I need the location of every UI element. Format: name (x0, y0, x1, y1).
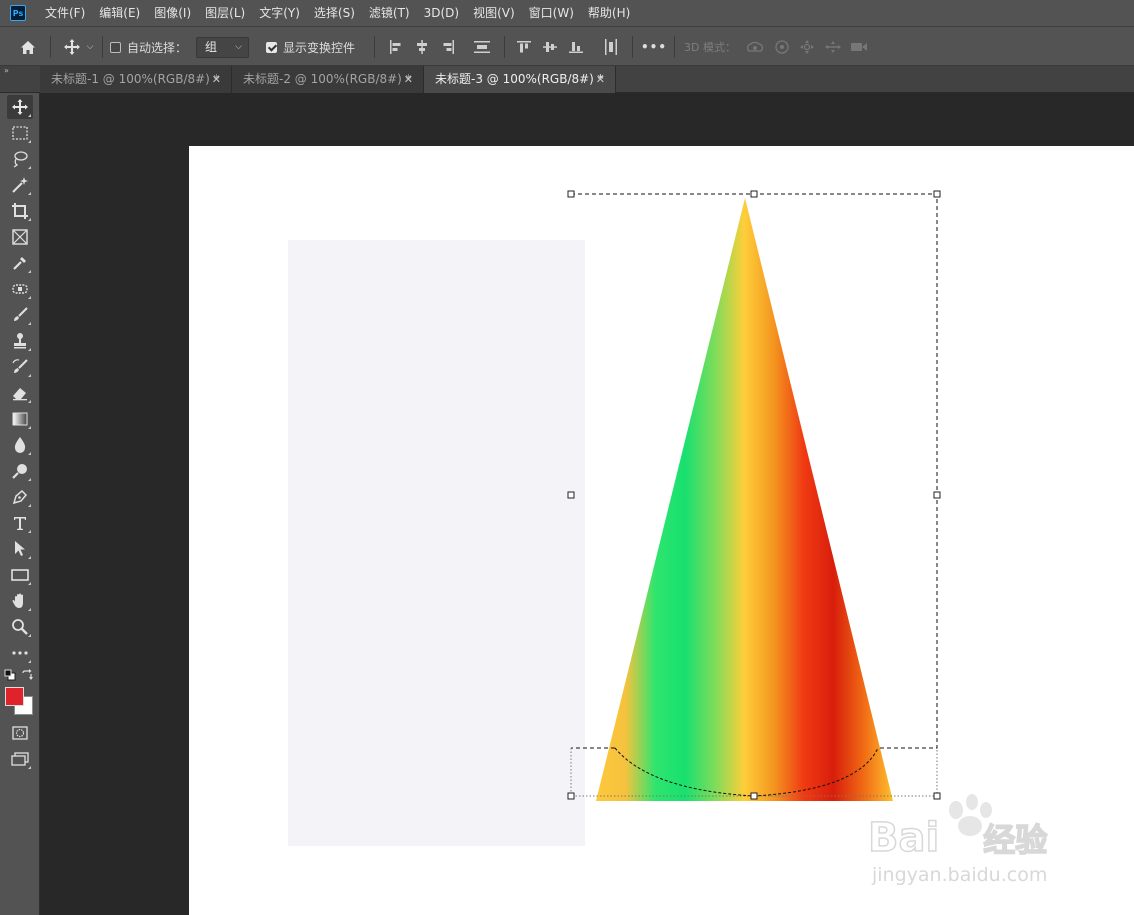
menu-type[interactable]: 文字(Y) (252, 0, 307, 26)
menu-image[interactable]: 图像(I) (147, 0, 198, 26)
swap-colors-icon[interactable] (21, 669, 33, 681)
tab-label: 未标题-1 @ 100%(RGB/8#) * (51, 72, 220, 86)
healing-brush-icon[interactable] (7, 277, 33, 301)
separator (102, 36, 103, 58)
distribute-vertical-icon[interactable] (470, 27, 494, 67)
watermark-brand-suffix: 经验 (982, 820, 1048, 860)
align-right-icon[interactable] (438, 27, 458, 67)
frame-icon[interactable] (7, 225, 33, 249)
align-top-icon[interactable] (514, 27, 534, 67)
history-brush-icon[interactable] (7, 355, 33, 379)
more-options-button[interactable]: ••• (641, 27, 666, 67)
tab-untitled-3[interactable]: 未标题-3 @ 100%(RGB/8#) * ✕ (424, 66, 616, 93)
gray-rectangle-layer (288, 240, 585, 846)
more-tools-icon[interactable] (7, 641, 33, 665)
close-icon[interactable]: ✕ (404, 66, 413, 93)
menu-file[interactable]: 文件(F) (38, 0, 92, 26)
menu-select[interactable]: 选择(S) (307, 0, 362, 26)
close-icon[interactable]: ✕ (596, 66, 605, 93)
3d-scale-camera-icon[interactable] (848, 27, 870, 67)
blur-icon[interactable] (7, 433, 33, 457)
separator (632, 36, 633, 58)
magic-wand-icon[interactable] (7, 173, 33, 197)
move-tool-preset-picker[interactable]: ⌵ (58, 27, 98, 67)
auto-select-label: 自动选择： (127, 40, 188, 55)
chevron-down-icon: ⌵ (86, 42, 94, 52)
rectangular-marquee-icon[interactable] (7, 121, 33, 145)
auto-select-dropdown[interactable]: 组 ⌵ (196, 37, 249, 58)
eyedropper-icon[interactable] (7, 251, 33, 275)
show-transform-label: 显示变换控件 (283, 40, 356, 55)
quick-mask-icon[interactable] (7, 721, 33, 745)
align-horizontal-center-icon[interactable] (412, 27, 432, 67)
collapse-panel-icon[interactable]: » (4, 66, 9, 75)
menu-bar: Ps 文件(F) 编辑(E) 图像(I) 图层(L) 文字(Y) 选择(S) 滤… (0, 0, 1134, 26)
align-bottom-icon[interactable] (566, 27, 586, 67)
tab-label: 未标题-3 @ 100%(RGB/8#) * (435, 72, 604, 86)
align-left-icon[interactable] (386, 27, 406, 67)
distribute-horizontal-icon[interactable] (600, 27, 622, 67)
brush-icon[interactable] (7, 303, 33, 327)
gradient-icon[interactable] (7, 407, 33, 431)
eraser-icon[interactable] (7, 381, 33, 405)
move-icon (63, 39, 80, 55)
auto-select-value: 组 (205, 40, 218, 54)
watermark-url: jingyan.baidu.com (872, 864, 1048, 886)
foreground-color-swatch[interactable] (5, 687, 24, 706)
type-icon[interactable] (7, 511, 33, 535)
dodge-icon[interactable] (7, 459, 33, 483)
pen-icon[interactable] (7, 485, 33, 509)
lasso-icon[interactable] (7, 147, 33, 171)
menu-edit[interactable]: 编辑(E) (92, 0, 147, 26)
document-tabs-bar: » 未标题-1 @ 100%(RGB/8#) * ✕ 未标题-2 @ 100%(… (0, 66, 1134, 93)
separator (374, 36, 375, 58)
move-tool-icon[interactable] (7, 95, 33, 119)
auto-select-checkbox[interactable] (110, 41, 121, 53)
close-icon[interactable]: ✕ (212, 66, 221, 93)
3d-pan-icon[interactable] (797, 27, 817, 67)
menu-view[interactable]: 视图(V) (466, 0, 522, 26)
tab-untitled-1[interactable]: 未标题-1 @ 100%(RGB/8#) * ✕ (40, 66, 232, 93)
show-transform-checkbox[interactable] (266, 41, 277, 53)
menu-layer[interactable]: 图层(L) (198, 0, 252, 26)
3d-mode-label: 3D 模式： (684, 41, 736, 54)
home-icon[interactable] (14, 27, 42, 67)
menu-help[interactable]: 帮助(H) (581, 0, 637, 26)
3d-slide-icon[interactable] (822, 27, 844, 67)
crop-icon[interactable] (7, 199, 33, 223)
baidu-jingyan-watermark: Bai 经验 jingyan.baidu.com (867, 792, 1078, 892)
separator (674, 36, 675, 58)
screen-mode-icon[interactable] (7, 747, 33, 771)
path-selection-icon[interactable] (7, 537, 33, 561)
tab-label: 未标题-2 @ 100%(RGB/8#) * (243, 72, 412, 86)
photoshop-logo: Ps (10, 5, 26, 21)
3d-orbit-icon[interactable] (744, 27, 766, 67)
show-transform-controls-option[interactable]: 显示变换控件 (266, 27, 366, 67)
hand-icon[interactable] (7, 589, 33, 613)
clone-stamp-icon[interactable] (7, 329, 33, 353)
separator (504, 36, 505, 58)
3d-roll-icon[interactable] (772, 27, 792, 67)
chevron-down-icon: ⌵ (235, 42, 242, 52)
rectangle-icon[interactable] (7, 563, 33, 587)
align-vertical-center-icon[interactable] (540, 27, 560, 67)
menu-window[interactable]: 窗口(W) (522, 0, 581, 26)
separator (50, 36, 51, 58)
options-bar: ⌵ 自动选择： 组 ⌵ 显示变换控件 ••• 3D 模式： (0, 26, 1134, 66)
tab-untitled-2[interactable]: 未标题-2 @ 100%(RGB/8#) * ✕ (232, 66, 424, 93)
auto-select-option[interactable]: 自动选择： (110, 27, 190, 67)
default-colors-icon[interactable] (4, 669, 16, 681)
menu-filter[interactable]: 滤镜(T) (362, 0, 417, 26)
watermark-brand: Bai (867, 815, 940, 861)
menu-3d[interactable]: 3D(D) (417, 0, 466, 26)
zoom-icon[interactable] (7, 615, 33, 639)
tools-panel (0, 93, 40, 915)
